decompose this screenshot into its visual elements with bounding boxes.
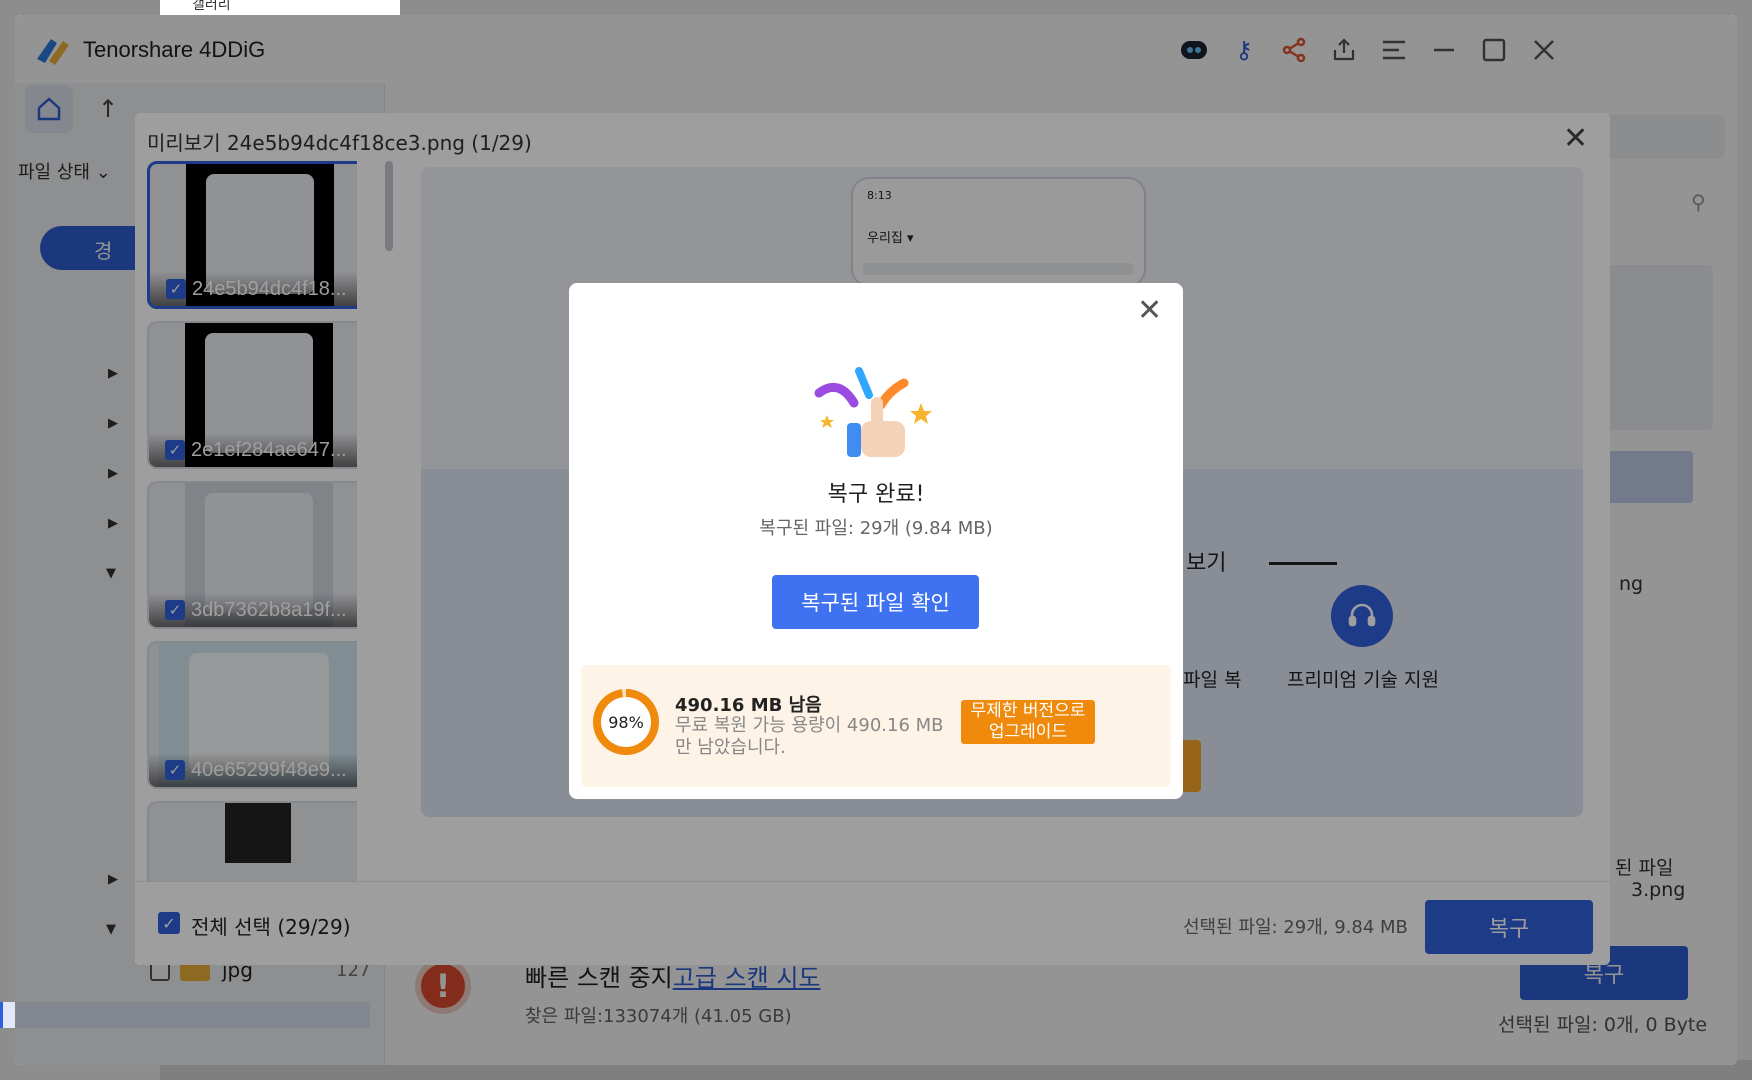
- dialog-subtitle: 복구된 파일: 29개 (9.84 MB): [759, 518, 993, 539]
- quota-remaining: 490.16 MB 남음: [675, 695, 822, 716]
- upgrade-button[interactable]: 무제한 버전으로 업그레이드: [961, 700, 1095, 744]
- free-quota-panel: 98% 490.16 MB 남음 무료 복원 가능 용량이 490.16 MB …: [581, 665, 1171, 787]
- view-recovered-files-button[interactable]: 복구된 파일 확인: [772, 575, 979, 629]
- dialog-close-icon[interactable]: ✕: [1137, 293, 1162, 328]
- quota-percent: 98%: [601, 697, 651, 747]
- quota-description: 무료 복원 가능 용량이 490.16 MB 만 남았습니다.: [675, 715, 944, 758]
- explorer-window-fragment: 갤러리: [160, 0, 400, 16]
- recovery-complete-dialog: ✕ 복구 완료! 복구된 파일: 29개 (9.84 MB) 복구된 파일 확인…: [569, 283, 1183, 799]
- celebration-icon: [814, 367, 932, 457]
- dialog-title: 복구 완료!: [827, 482, 925, 507]
- explorer-item-label: 갤러리: [192, 0, 231, 13]
- quota-progress-ring: 98%: [593, 689, 659, 755]
